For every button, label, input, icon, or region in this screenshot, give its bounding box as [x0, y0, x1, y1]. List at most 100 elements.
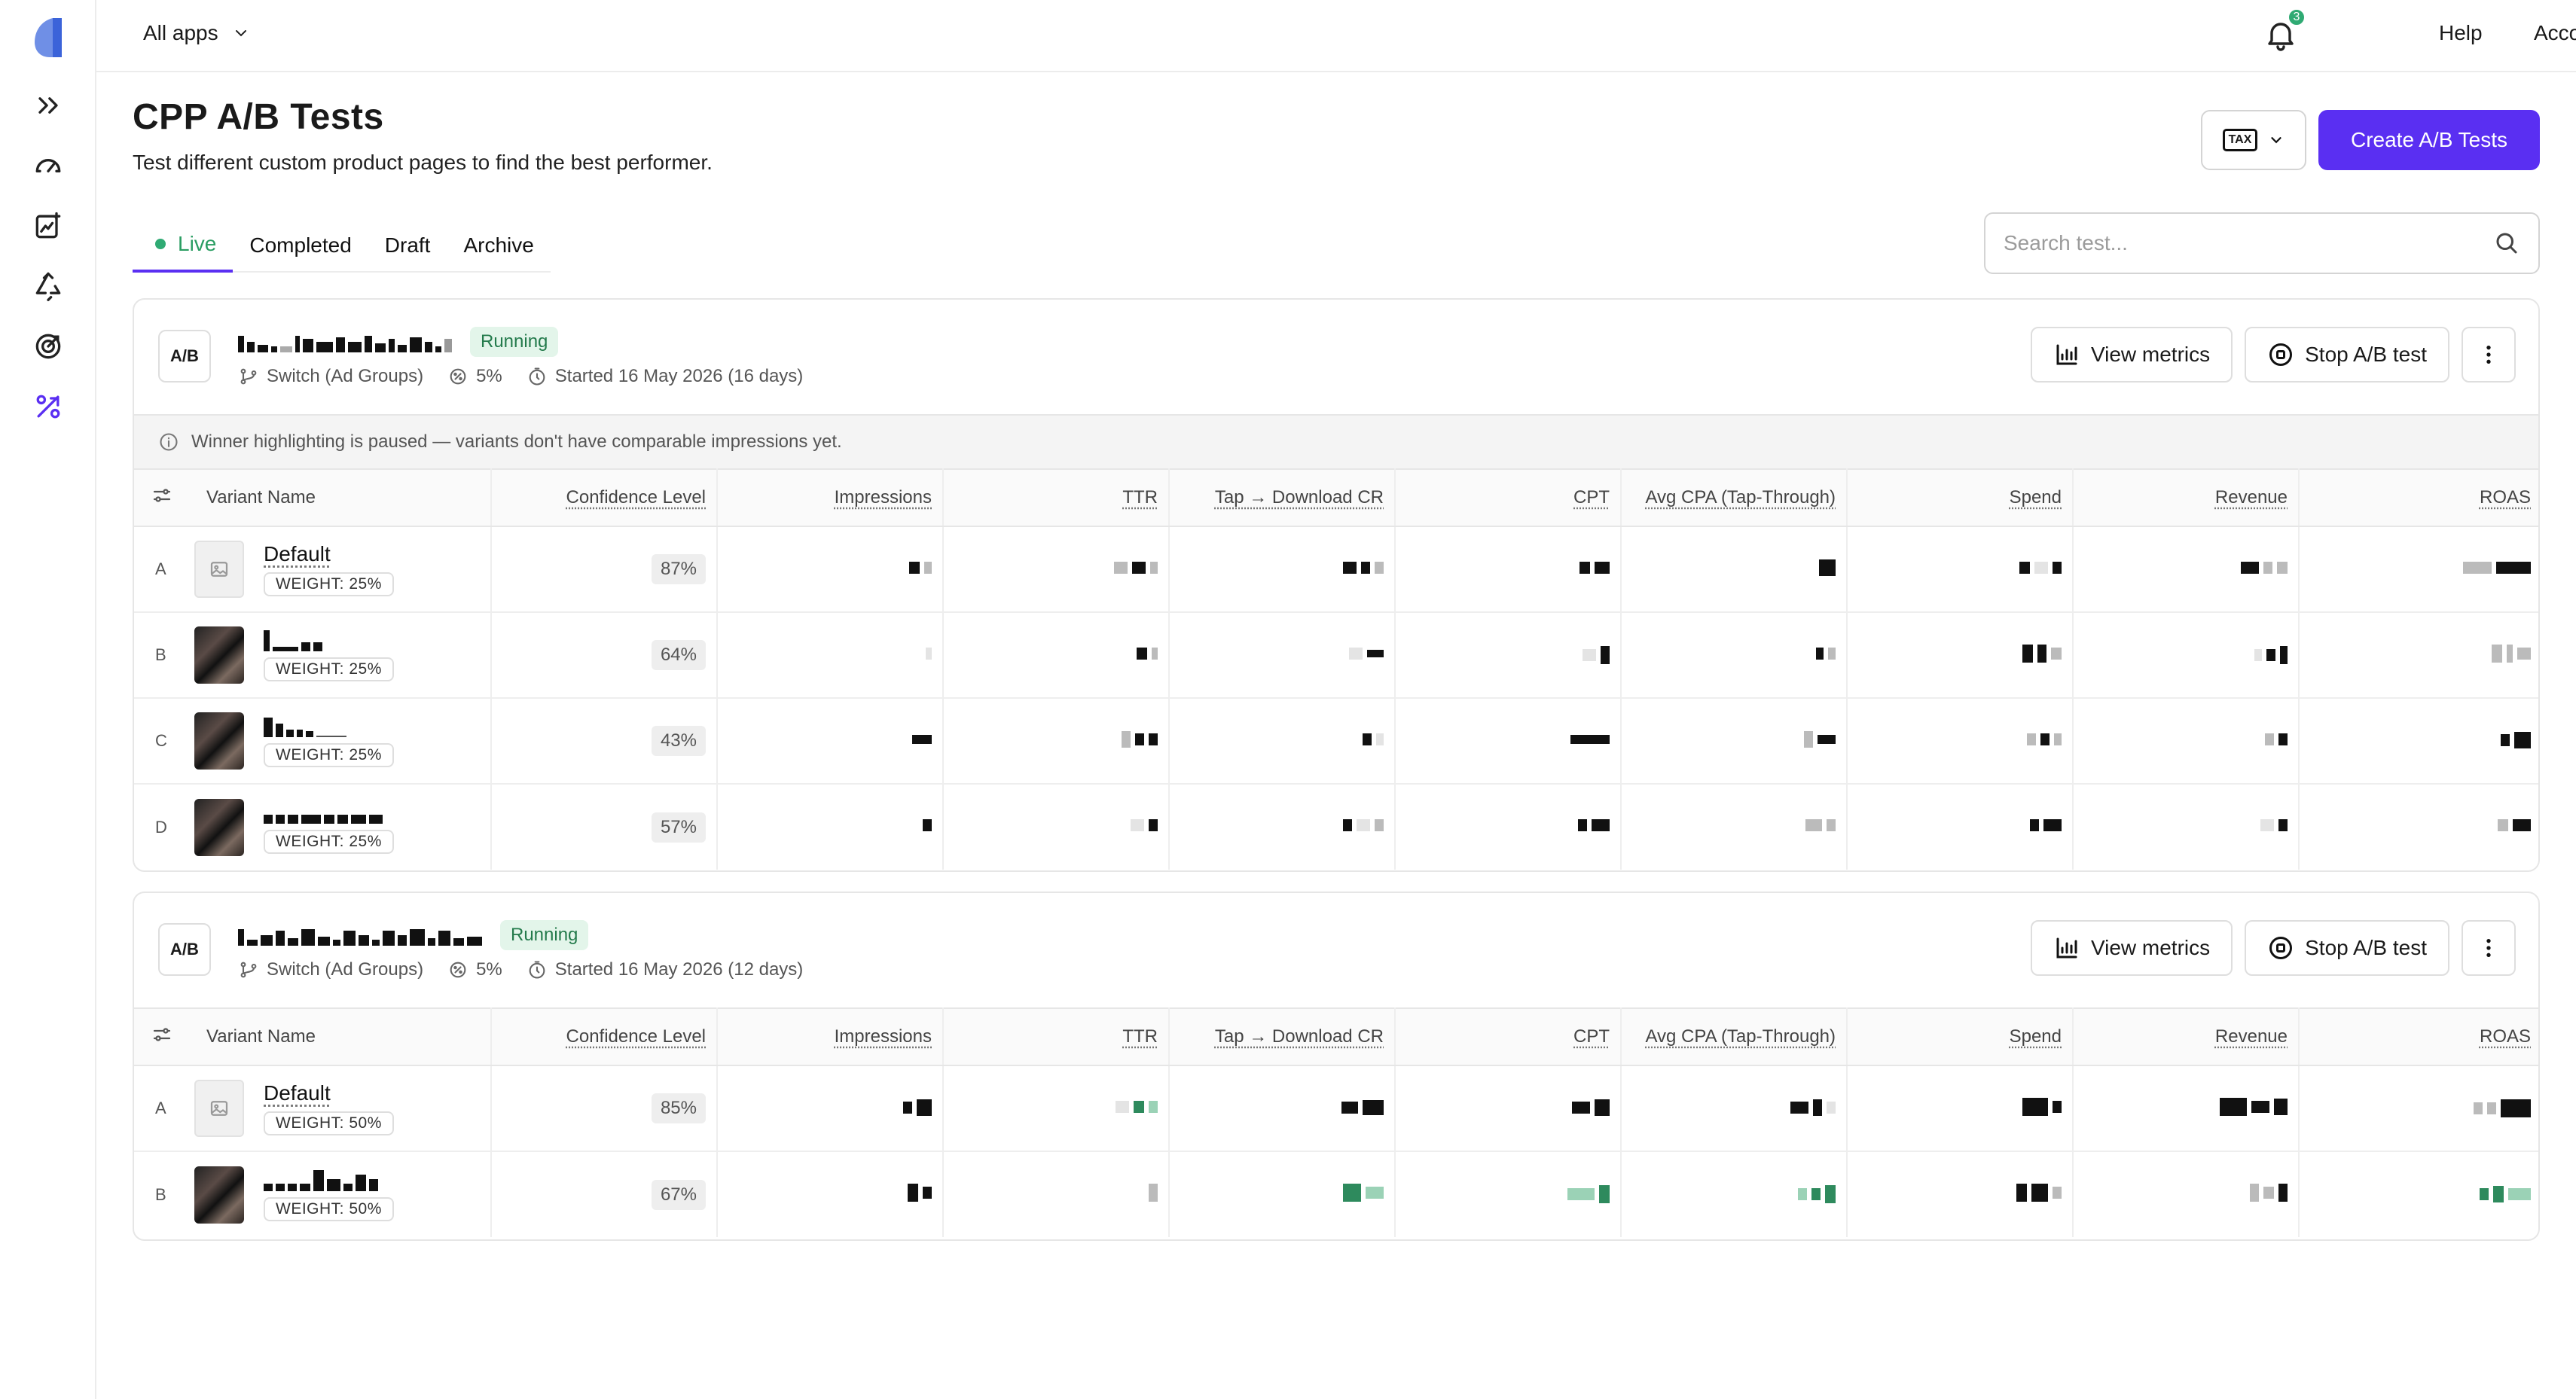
col-label: Confidence Level — [566, 487, 706, 507]
col-label: Variant Name — [206, 1026, 316, 1047]
test-title: Running — [238, 920, 589, 950]
col-roas[interactable]: ROAS — [2299, 468, 2538, 527]
redacted-cell — [1395, 1151, 1622, 1237]
redacted-cell — [1621, 698, 1848, 785]
variant-letter: A — [134, 526, 194, 613]
expand-sidebar-icon[interactable] — [27, 84, 69, 126]
redacted-cell — [717, 526, 944, 613]
table-row[interactable]: B WEIGHT: 25% 64% — [134, 612, 2538, 699]
create-ab-tests-button[interactable]: Create A/B Tests — [2318, 110, 2540, 170]
image-placeholder-icon — [194, 541, 244, 598]
variant-name[interactable] — [264, 629, 394, 651]
view-metrics-button[interactable]: View metrics — [2030, 327, 2233, 383]
top-bar: All apps 3 Help Account — [96, 0, 2576, 72]
col-spend[interactable]: Spend — [1847, 468, 2074, 527]
col-confidence[interactable]: Confidence Level — [491, 1007, 718, 1066]
col-spend[interactable]: Spend — [1847, 1007, 2074, 1066]
table-row[interactable]: A Default WEIGHT: 25% 87% — [134, 526, 2538, 613]
col-tap-download-cr[interactable]: Tap → Download CR — [1169, 468, 1396, 527]
tab-completed[interactable]: Completed — [233, 218, 368, 273]
redacted-cell — [2299, 612, 2538, 699]
ab-tests-icon[interactable] — [27, 386, 69, 428]
more-options-icon[interactable] — [2462, 327, 2516, 383]
stop-ab-test-button[interactable]: Stop A/B test — [2245, 920, 2449, 976]
app-selector[interactable]: All apps — [143, 21, 250, 45]
meta-source: Switch (Ad Groups) — [238, 366, 423, 387]
stop-ab-test-button[interactable]: Stop A/B test — [2245, 327, 2449, 383]
variant-name[interactable]: Default — [264, 542, 394, 566]
variant-name[interactable] — [264, 715, 394, 737]
tax-toggle-button[interactable]: TAX — [2201, 110, 2306, 170]
recycle-icon[interactable] — [27, 265, 69, 307]
col-ttr[interactable]: TTR — [943, 468, 1170, 527]
help-link[interactable]: Help — [2439, 21, 2483, 45]
col-ttr[interactable]: TTR — [943, 1007, 1170, 1066]
meta-source-label: Switch (Ad Groups) — [267, 959, 424, 980]
more-options-icon[interactable] — [2462, 920, 2516, 976]
tab-draft[interactable]: Draft — [368, 218, 447, 273]
col-label: Revenue — [2214, 1026, 2288, 1047]
custom-pages-icon[interactable] — [27, 205, 69, 247]
col-roas[interactable]: ROAS — [2299, 1007, 2538, 1066]
variant-cell: Default WEIGHT: 50% — [194, 1065, 492, 1152]
brand-logo-icon[interactable] — [30, 15, 66, 60]
test-card-header: A/B Running Switch (Ad Groups) 5% Starte… — [134, 300, 2538, 414]
col-avg-cpa[interactable]: Avg CPA (Tap-Through) — [1621, 468, 1848, 527]
col-impressions[interactable]: Impressions — [717, 468, 944, 527]
table-row[interactable]: C WEIGHT: 25% 43% — [134, 698, 2538, 785]
redacted-cell — [2073, 612, 2300, 699]
search-input[interactable] — [2004, 231, 2493, 255]
test-card-header: A/B Running Switch (Ad Groups) 5% Starte… — [134, 893, 2538, 1007]
view-metrics-label: View metrics — [2090, 936, 2211, 959]
col-confidence[interactable]: Confidence Level — [491, 468, 718, 527]
target-icon[interactable] — [27, 325, 69, 367]
redacted-cell — [1395, 698, 1622, 785]
table-row[interactable]: B WEIGHT: 50% 67% — [134, 1151, 2538, 1237]
notifications-bell-icon[interactable]: 3 — [2263, 8, 2306, 56]
col-label: Spend — [2009, 487, 2062, 507]
col-cpt[interactable]: CPT — [1395, 1007, 1622, 1066]
weight-badge: WEIGHT: 50% — [264, 1111, 394, 1135]
col-label: Avg CPA (Tap-Through) — [1645, 1026, 1836, 1047]
test-meta: Switch (Ad Groups) 5% Started 16 May 202… — [238, 366, 827, 387]
col-cpt[interactable]: CPT — [1395, 468, 1622, 527]
image-placeholder-icon — [194, 1080, 244, 1137]
table-row[interactable]: A Default WEIGHT: 50% 85% — [134, 1065, 2538, 1152]
column-settings-icon[interactable] — [134, 468, 194, 527]
variant-name[interactable] — [264, 801, 394, 824]
app-selector-label: All apps — [143, 21, 218, 44]
tab-live[interactable]: Live — [133, 218, 233, 273]
view-metrics-button[interactable]: View metrics — [2030, 920, 2233, 976]
table-row[interactable]: D WEIGHT: 25% 57% — [134, 784, 2538, 870]
redacted-cell — [1847, 784, 2074, 870]
tab-live-label: Live — [178, 232, 217, 255]
col-variant-name[interactable]: Variant Name — [194, 1007, 492, 1066]
redacted-cell — [1621, 612, 1848, 699]
timer-icon — [529, 367, 545, 386]
col-label: Tap → Download CR — [1214, 1026, 1384, 1047]
redacted-cell — [2073, 784, 2300, 870]
redacted-cell — [1395, 784, 1622, 870]
col-variant-name[interactable]: Variant Name — [194, 468, 492, 527]
variant-name[interactable]: Default — [264, 1081, 394, 1105]
test-title: Running — [238, 327, 559, 357]
redacted-cell — [2299, 526, 2538, 613]
account-link[interactable]: Account — [2534, 21, 2576, 45]
search-icon[interactable] — [2493, 230, 2520, 257]
col-revenue[interactable]: Revenue — [2073, 1007, 2300, 1066]
variant-cell: WEIGHT: 50% — [194, 1151, 492, 1237]
dashboard-gauge-icon[interactable] — [27, 145, 69, 187]
variant-name[interactable] — [264, 1169, 394, 1191]
col-revenue[interactable]: Revenue — [2073, 468, 2300, 527]
column-settings-icon[interactable] — [134, 1007, 194, 1066]
confidence-badge: 43% — [651, 726, 706, 756]
meta-started: Started 16 May 2026 (16 days) — [526, 366, 803, 387]
variant-thumbnail — [194, 626, 244, 684]
tab-archive[interactable]: Archive — [447, 218, 550, 273]
col-impressions[interactable]: Impressions — [717, 1007, 944, 1066]
col-avg-cpa[interactable]: Avg CPA (Tap-Through) — [1621, 1007, 1848, 1066]
traffic-percent-icon — [450, 962, 466, 978]
col-tap-download-cr[interactable]: Tap → Download CR — [1169, 1007, 1396, 1066]
redacted-cell — [717, 784, 944, 870]
redacted-cell — [1169, 698, 1396, 785]
